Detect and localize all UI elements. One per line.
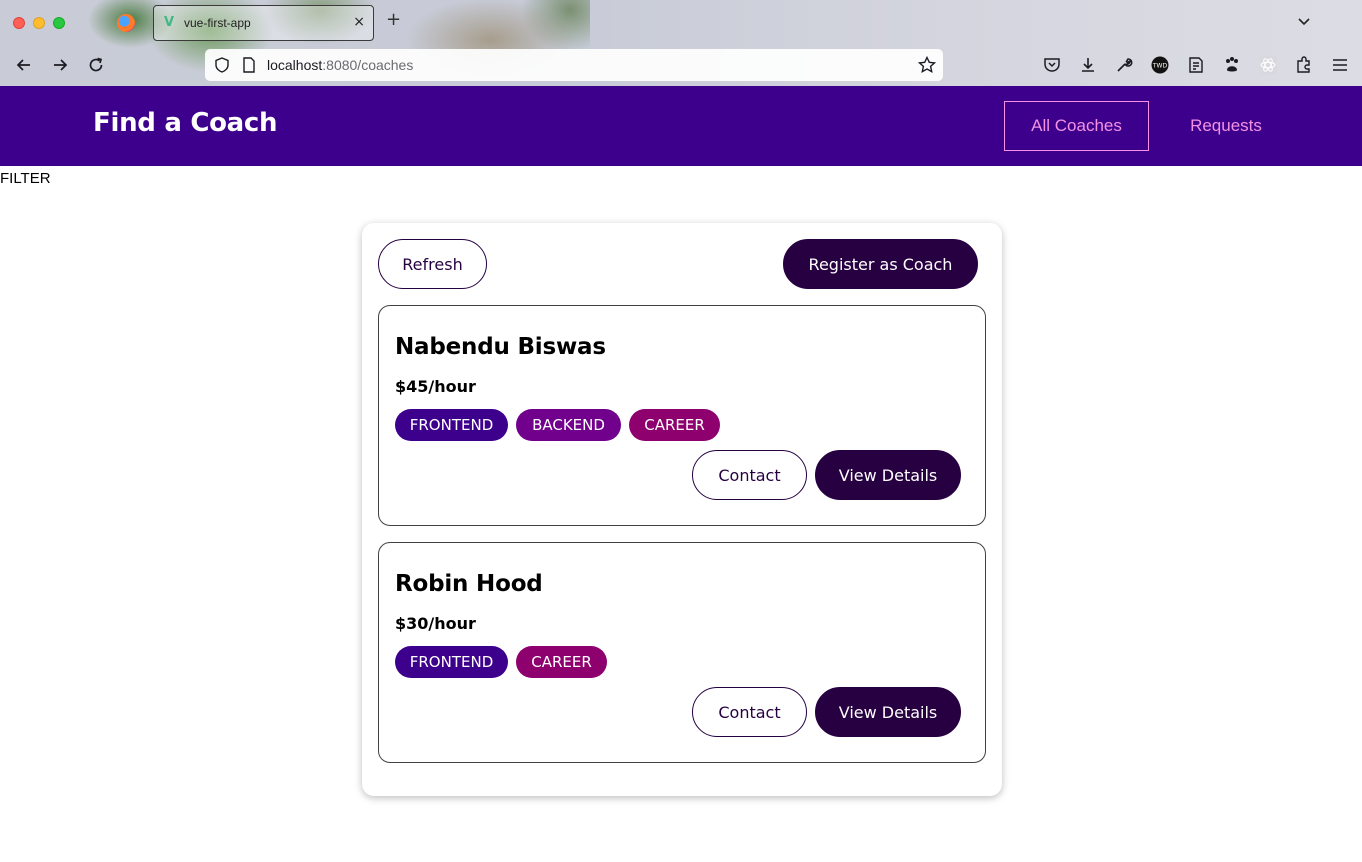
paw-extension-icon[interactable] (1222, 55, 1242, 75)
react-devtools-icon[interactable] (1258, 55, 1278, 75)
pocket-icon[interactable] (1042, 55, 1062, 75)
brand-title[interactable]: Find a Coach (93, 108, 278, 138)
downloads-icon[interactable] (1078, 55, 1098, 75)
browser-chrome: V vue-first-app × + localhost:8080/coach… (0, 0, 1362, 86)
register-as-coach-button[interactable]: Register as Coach (783, 239, 978, 289)
url-text[interactable]: localhost:8080/coaches (267, 57, 413, 73)
window-minimize-button[interactable] (33, 17, 45, 29)
contact-button[interactable]: Contact (692, 450, 807, 500)
refresh-button[interactable]: Refresh (378, 239, 487, 289)
coach-list-card: Refresh Register as Coach Nabendu Biswas… (362, 223, 1002, 796)
browser-tab[interactable]: V vue-first-app × (153, 5, 374, 41)
notes-icon[interactable] (1186, 55, 1206, 75)
address-bar[interactable]: localhost:8080/coaches (205, 49, 943, 81)
reload-icon[interactable] (86, 55, 106, 75)
url-host: localhost (267, 57, 323, 73)
coach-name: Robin Hood (395, 571, 543, 597)
coach-name: Nabendu Biswas (395, 334, 606, 360)
badge-career: CAREER (629, 409, 720, 441)
nav-all-coaches[interactable]: All Coaches (1004, 101, 1149, 151)
filter-label: FILTER (0, 170, 51, 187)
contact-button[interactable]: Contact (692, 687, 807, 737)
svg-text:TWD: TWD (1152, 63, 1168, 70)
badge-frontend: FRONTEND (395, 409, 508, 441)
coach-item: Nabendu Biswas $45/hour FRONTEND BACKEND… (378, 305, 986, 526)
nav-requests[interactable]: Requests (1170, 101, 1282, 151)
wrench-icon[interactable] (1114, 55, 1134, 75)
view-details-button[interactable]: View Details (815, 687, 961, 737)
window-close-button[interactable] (13, 17, 25, 29)
coach-rate: $30/hour (395, 614, 476, 633)
coach-rate: $45/hour (395, 377, 476, 396)
extensions-puzzle-icon[interactable] (1294, 55, 1314, 75)
forward-arrow-icon[interactable] (50, 55, 70, 75)
view-details-button[interactable]: View Details (815, 450, 961, 500)
hamburger-menu-icon[interactable] (1330, 55, 1350, 75)
badge-career: CAREER (516, 646, 607, 678)
badge-backend: BACKEND (516, 409, 621, 441)
badge-frontend: FRONTEND (395, 646, 508, 678)
tab-list-chevron-icon[interactable] (1296, 14, 1312, 30)
tracking-shield-icon[interactable] (213, 56, 231, 74)
tab-title: vue-first-app (184, 16, 251, 30)
firefox-view-icon[interactable] (117, 14, 135, 32)
twd-extension-icon[interactable]: TWD (1150, 55, 1170, 75)
coach-item: Robin Hood $30/hour FRONTEND CAREER Cont… (378, 542, 986, 763)
app-header: Find a Coach All Coaches Requests (0, 86, 1362, 166)
back-arrow-icon[interactable] (14, 55, 34, 75)
url-path: :8080/coaches (322, 57, 414, 73)
bookmark-star-icon[interactable] (917, 55, 937, 75)
tab-close-icon[interactable]: × (353, 14, 365, 30)
window-zoom-button[interactable] (53, 17, 65, 29)
new-tab-button[interactable]: + (386, 10, 401, 30)
page-info-icon[interactable] (241, 56, 257, 74)
vue-favicon-icon: V (164, 15, 175, 30)
